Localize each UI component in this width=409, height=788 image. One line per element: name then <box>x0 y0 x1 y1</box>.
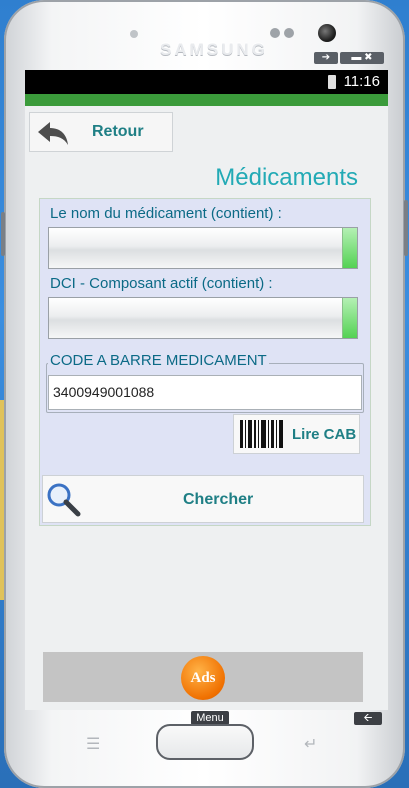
dci-input[interactable] <box>48 297 358 339</box>
home-button[interactable] <box>156 724 254 760</box>
app-screen: 11:16 Retour Médicaments Le nom du médic… <box>25 70 388 710</box>
barcode-value: 3400949001088 <box>53 384 155 400</box>
front-camera <box>318 24 336 42</box>
back-button[interactable]: Retour <box>29 112 173 152</box>
battery-icon <box>328 75 336 89</box>
name-input-grip <box>342 228 357 268</box>
status-time: 11:16 <box>343 73 380 90</box>
power-button <box>404 200 408 256</box>
back-key-icon[interactable]: 🡨 <box>354 712 382 725</box>
search-button-label: Chercher <box>183 491 254 508</box>
status-bar: 11:16 <box>25 70 388 94</box>
front-sensor <box>130 30 138 38</box>
barcode-icon <box>240 420 283 448</box>
proximity-sensor <box>270 28 280 38</box>
dci-field-label: DCI - Composant actif (contient) : <box>50 275 273 292</box>
back-softkey-icon[interactable]: ↵ <box>304 734 317 754</box>
name-field-label: Le nom du médicament (contient) : <box>50 205 282 222</box>
device-brand: SAMSUNG <box>160 40 268 59</box>
read-barcode-label: Lire CAB <box>292 426 357 443</box>
name-input[interactable] <box>48 227 358 269</box>
magnifier-icon <box>47 483 81 517</box>
rotate-control-icon[interactable]: ➔ <box>314 52 338 64</box>
read-barcode-button[interactable]: Lire CAB <box>233 414 360 454</box>
menu-button[interactable]: Menu <box>191 711 229 725</box>
page-title: Médicaments <box>215 164 358 191</box>
title-accent-bar <box>25 94 388 106</box>
light-sensor <box>284 28 294 38</box>
barcode-input[interactable]: 3400949001088 <box>48 375 362 410</box>
search-button[interactable]: Chercher <box>42 475 364 523</box>
back-arrow-icon <box>38 122 68 145</box>
dci-input-grip <box>342 298 357 338</box>
menu-softkey-icon[interactable]: ☰ <box>86 734 100 754</box>
barcode-legend: CODE A BARRE MEDICAMENT <box>48 352 269 369</box>
search-form-panel: Le nom du médicament (contient) : DCI - … <box>39 198 371 526</box>
volume-button <box>1 212 5 256</box>
ads-badge-icon: Ads <box>181 656 225 700</box>
ad-banner[interactable]: Ads <box>43 652 363 702</box>
back-button-label: Retour <box>92 123 144 140</box>
window-minimize-close-icon[interactable]: ▬ ✖ <box>340 52 384 64</box>
